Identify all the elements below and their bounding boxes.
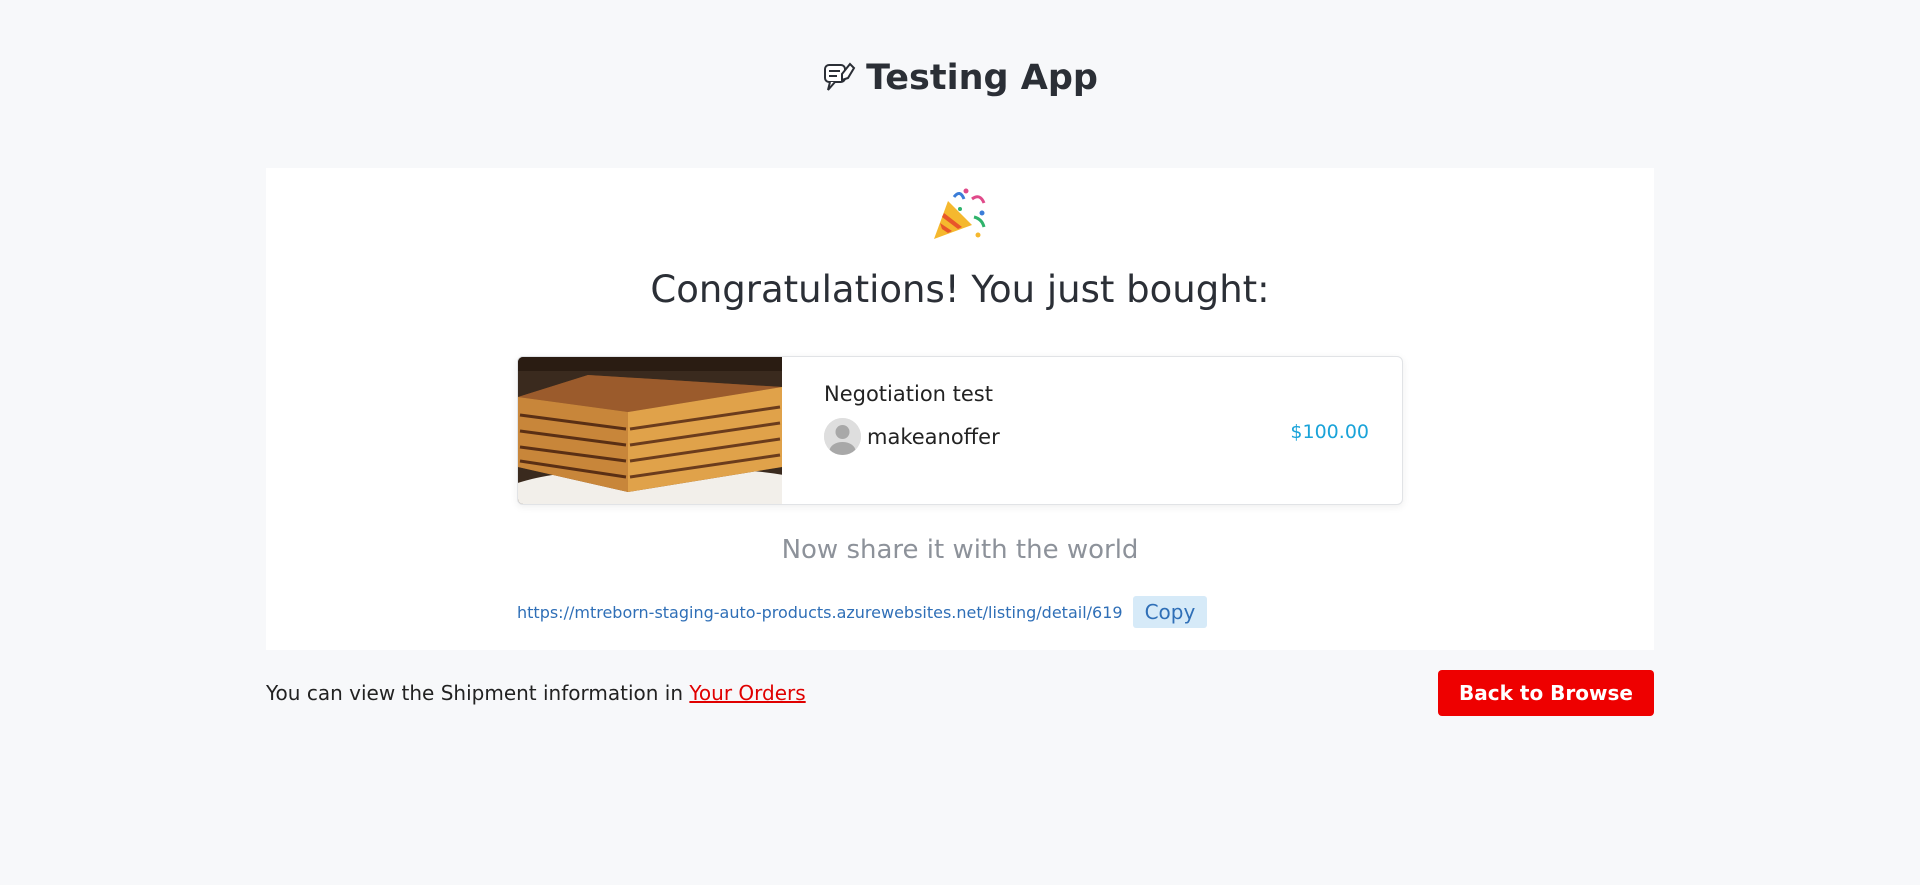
product-name: Negotiation test xyxy=(824,382,993,406)
your-orders-link[interactable]: Your Orders xyxy=(689,681,805,705)
seller-avatar xyxy=(824,418,861,455)
copy-button[interactable]: Copy xyxy=(1132,596,1208,628)
seller-info[interactable]: makeanoffer xyxy=(824,418,1000,455)
purchase-confirmation-card: Congratulations! You just bought: Negoti… xyxy=(266,168,1654,650)
shipment-note-text: You can view the Shipment information in xyxy=(266,681,690,705)
shipment-note: You can view the Shipment information in… xyxy=(266,681,806,705)
congratulations-heading: Congratulations! You just bought: xyxy=(650,268,1270,311)
product-card[interactable]: Negotiation test makeanoffer $100.00 xyxy=(517,356,1403,505)
chat-hand-icon xyxy=(822,60,858,96)
share-url[interactable]: https://mtreborn-staging-auto-products.a… xyxy=(517,603,1123,622)
share-heading: Now share it with the world xyxy=(781,535,1139,565)
app-header: Testing App xyxy=(0,58,1920,98)
back-to-browse-button[interactable]: Back to Browse xyxy=(1438,670,1654,716)
party-popper-icon xyxy=(930,187,990,243)
share-row: https://mtreborn-staging-auto-products.a… xyxy=(517,596,1208,628)
product-image xyxy=(518,357,838,504)
app-title: Testing App xyxy=(866,58,1098,98)
product-price: $100.00 xyxy=(1290,421,1369,443)
seller-name[interactable]: makeanoffer xyxy=(867,425,1000,449)
